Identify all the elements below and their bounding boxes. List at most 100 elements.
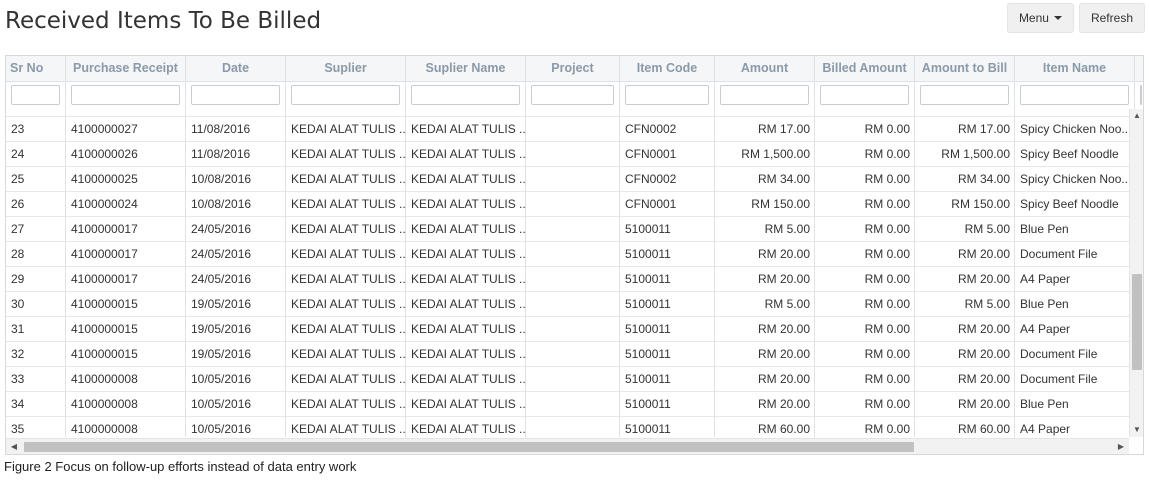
table-cell-partial — [815, 109, 915, 117]
table-cell-item-name: A4 Paper — [1015, 317, 1129, 342]
table-cell-item-code: 5100011 — [620, 217, 715, 242]
table-cell-item-code: 5100011 — [620, 392, 715, 417]
table-cell-amount: RM 5.00 — [715, 292, 815, 317]
column-header-item-name[interactable]: Item Name — [1015, 56, 1135, 82]
filter-input-item-name[interactable] — [1020, 85, 1129, 105]
table-cell-partial — [286, 109, 406, 117]
table-cell-amount-to-bill: RM 1,500.00 — [915, 142, 1015, 167]
table-cell-suplier: KEDAI ALAT TULIS ... — [286, 392, 406, 417]
table-row[interactable]: 25 4100000025 10/08/2016 KEDAI ALAT TULIS .… — [6, 167, 1129, 192]
table-cell-suplier: KEDAI ALAT TULIS ... — [286, 342, 406, 367]
table-cell-sr-no: 34 — [6, 392, 66, 417]
menu-button[interactable]: Menu — [1006, 3, 1074, 33]
filter-cell-sr-no — [6, 82, 66, 109]
table-row[interactable]: 33 4100000008 10/05/2016 KEDAI ALAT TULIS .… — [6, 367, 1129, 392]
table-cell-suplier-name: KEDAI ALAT TULIS ... — [406, 167, 526, 192]
table-cell-amount: RM 20.00 — [715, 392, 815, 417]
filter-input-amount[interactable] — [720, 85, 809, 105]
table-cell-amount: RM 34.00 — [715, 167, 815, 192]
table-row[interactable]: 26 4100000024 10/08/2016 KEDAI ALAT TULIS .… — [6, 192, 1129, 217]
table-cell-billed-amount: RM 0.00 — [815, 317, 915, 342]
vertical-scroll-thumb[interactable] — [1132, 274, 1142, 370]
table-row[interactable]: 23 4100000027 11/08/2016 KEDAI ALAT TULIS .… — [6, 117, 1129, 142]
table-cell-item-name: Document File — [1015, 242, 1129, 267]
filter-input-item-code[interactable] — [625, 85, 709, 105]
filter-cell-suplier — [286, 82, 406, 109]
table-cell-billed-amount: RM 0.00 — [815, 117, 915, 142]
table-cell-amount: RM 150.00 — [715, 192, 815, 217]
table-cell-project — [526, 292, 620, 317]
table-cell-item-code: 5100011 — [620, 242, 715, 267]
filter-input-suplier[interactable] — [291, 85, 400, 105]
table-cell-billed-amount: RM 0.00 — [815, 167, 915, 192]
filter-cell-amount — [715, 82, 815, 109]
table-cell-amount: RM 20.00 — [715, 267, 815, 292]
table-cell-project — [526, 367, 620, 392]
column-header-project[interactable]: Project — [526, 56, 620, 82]
arrow-down-icon[interactable]: ▼ — [1130, 423, 1143, 437]
table-cell-billed-amount: RM 0.00 — [815, 267, 915, 292]
filter-input-billed-amount[interactable] — [820, 85, 909, 105]
filter-input-sr-no[interactable] — [11, 85, 60, 105]
table-cell-partial — [1015, 109, 1129, 117]
table-cell-sr-no: 25 — [6, 167, 66, 192]
table-cell-sr-no: 27 — [6, 217, 66, 242]
table-row[interactable]: 35 4100000008 10/05/2016 KEDAI ALAT TULIS .… — [6, 417, 1129, 437]
grid-body[interactable]: 23 4100000027 11/08/2016 KEDAI ALAT TULIS .… — [6, 109, 1129, 437]
arrow-up-icon[interactable]: ▲ — [1130, 109, 1143, 123]
table-cell-amount-to-bill: RM 34.00 — [915, 167, 1015, 192]
column-header-purchase-receipt[interactable]: Purchase Receipt — [66, 56, 186, 82]
table-cell-date: 24/05/2016 — [186, 217, 286, 242]
grid-filter-row — [6, 82, 1143, 109]
table-cell-project — [526, 342, 620, 367]
table-cell-amount-to-bill: RM 20.00 — [915, 392, 1015, 417]
table-cell-amount: RM 20.00 — [715, 367, 815, 392]
table-row[interactable]: 34 4100000008 10/05/2016 KEDAI ALAT TULIS .… — [6, 392, 1129, 417]
filter-input-amount-to-bill[interactable] — [920, 85, 1009, 105]
filter-input-project[interactable] — [531, 85, 614, 105]
column-header-amount[interactable]: Amount — [715, 56, 815, 82]
table-cell-project — [526, 117, 620, 142]
column-header-item-code[interactable]: Item Code — [620, 56, 715, 82]
filter-input-suplier-name[interactable] — [411, 85, 520, 105]
table-row[interactable]: 29 4100000017 24/05/2016 KEDAI ALAT TULIS .… — [6, 267, 1129, 292]
column-header-sr-no[interactable]: Sr No — [6, 56, 66, 82]
table-cell-project — [526, 242, 620, 267]
table-row[interactable]: 24 4100000026 11/08/2016 KEDAI ALAT TULIS .… — [6, 142, 1129, 167]
table-cell-purchase-receipt: 4100000017 — [66, 242, 186, 267]
vertical-scrollbar[interactable]: ▲ ▼ — [1129, 109, 1143, 437]
table-cell-suplier-name: KEDAI ALAT TULIS ... — [406, 417, 526, 437]
column-header-billed-amount[interactable]: Billed Amount — [815, 56, 915, 82]
table-row[interactable]: 31 4100000015 19/05/2016 KEDAI ALAT TULIS .… — [6, 317, 1129, 342]
column-header-suplier-name[interactable]: Suplier Name — [406, 56, 526, 82]
table-cell-project — [526, 267, 620, 292]
filter-input-date[interactable] — [191, 85, 280, 105]
table-row[interactable]: 32 4100000015 19/05/2016 KEDAI ALAT TULIS .… — [6, 342, 1129, 367]
table-row[interactable]: 27 4100000017 24/05/2016 KEDAI ALAT TULIS .… — [6, 217, 1129, 242]
table-cell-suplier-name: KEDAI ALAT TULIS ... — [406, 317, 526, 342]
table-cell-sr-no: 30 — [6, 292, 66, 317]
column-header-suplier[interactable]: Suplier — [286, 56, 406, 82]
table-cell-item-name: Spicy Chicken Noo... — [1015, 117, 1129, 142]
column-header-date[interactable]: Date — [186, 56, 286, 82]
table-cell-suplier-name: KEDAI ALAT TULIS ... — [406, 367, 526, 392]
filter-input-overflow[interactable] — [1140, 85, 1142, 105]
table-cell-project — [526, 142, 620, 167]
refresh-button[interactable]: Refresh — [1078, 3, 1145, 33]
table-cell-suplier: KEDAI ALAT TULIS ... — [286, 267, 406, 292]
table-cell-sr-no: 23 — [6, 117, 66, 142]
arrow-left-icon[interactable]: ◀ — [6, 439, 22, 454]
filter-cell-suplier-name — [406, 82, 526, 109]
filter-input-purchase-receipt[interactable] — [71, 85, 180, 105]
table-cell-item-name: Document File — [1015, 342, 1129, 367]
table-cell-purchase-receipt: 4100000026 — [66, 142, 186, 167]
horizontal-scroll-thumb[interactable] — [24, 442, 914, 452]
table-cell-billed-amount: RM 0.00 — [815, 417, 915, 437]
column-header-amount-to-bill[interactable]: Amount to Bill — [915, 56, 1015, 82]
table-cell-suplier-name: KEDAI ALAT TULIS ... — [406, 117, 526, 142]
horizontal-scrollbar[interactable]: ◀ ▶ — [6, 438, 1129, 454]
table-row[interactable]: 30 4100000015 19/05/2016 KEDAI ALAT TULIS .… — [6, 292, 1129, 317]
table-cell-item-name: Spicy Chicken Noo... — [1015, 167, 1129, 192]
arrow-right-icon[interactable]: ▶ — [1113, 439, 1129, 454]
table-row[interactable]: 28 4100000017 24/05/2016 KEDAI ALAT TULIS .… — [6, 242, 1129, 267]
